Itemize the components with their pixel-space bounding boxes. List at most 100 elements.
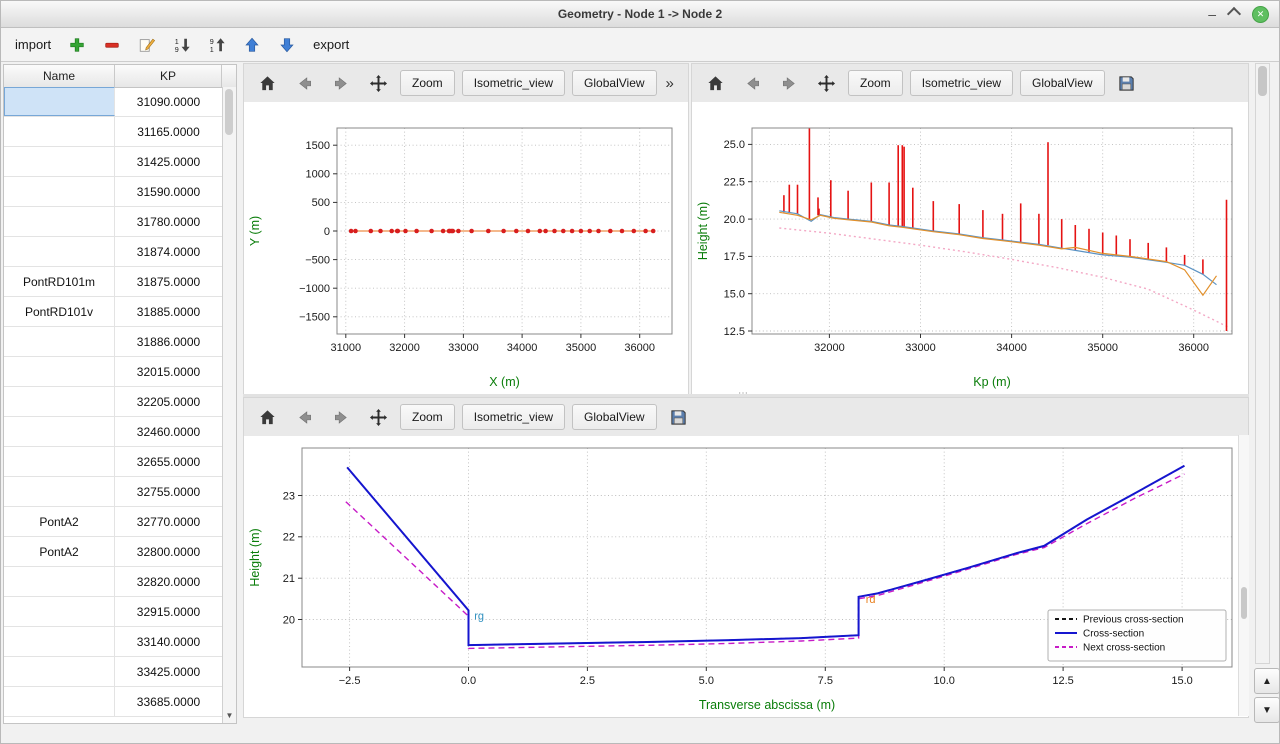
home-button[interactable] [252,68,282,98]
cell-name[interactable] [4,207,115,236]
home-button[interactable] [700,68,730,98]
cell-name[interactable] [4,387,115,416]
cell-kp[interactable]: 33140.0000 [115,627,222,656]
back-button[interactable] [289,402,319,432]
cell-name[interactable] [4,87,115,116]
cell-name[interactable] [4,417,115,446]
back-button[interactable] [289,68,319,98]
cell-kp[interactable]: 32205.0000 [115,387,222,416]
pan-button[interactable] [363,402,393,432]
table-row[interactable]: 33685.0000 [4,687,222,717]
move-down-button[interactable] [274,32,300,58]
table-row[interactable]: 31165.0000 [4,117,222,147]
cross-section-scrollbar-thumb[interactable] [1241,587,1247,619]
table-row[interactable]: 32205.0000 [4,387,222,417]
table-row[interactable]: 32755.0000 [4,477,222,507]
globalview-button[interactable]: GlobalView [572,70,656,96]
cell-name[interactable] [4,147,115,176]
cell-kp[interactable]: 31590.0000 [115,177,222,206]
cell-kp[interactable]: 32655.0000 [115,447,222,476]
cell-kp[interactable]: 31090.0000 [115,87,222,116]
cell-kp[interactable]: 32770.0000 [115,507,222,536]
main-scrollbar[interactable] [1255,63,1270,664]
forward-button[interactable] [774,68,804,98]
save-figure-button[interactable] [664,402,694,432]
save-figure-button[interactable] [1112,68,1142,98]
globalview-button[interactable]: GlobalView [1020,70,1104,96]
scroll-up-button[interactable]: ▲ [1254,668,1280,694]
cell-kp[interactable]: 31875.0000 [115,267,222,296]
isometric-view-button[interactable]: Isometric_view [462,70,565,96]
import-button[interactable]: import [15,37,51,52]
cell-name[interactable] [4,177,115,206]
table-scrollbar-thumb[interactable] [225,89,233,135]
longitudinal-profile-canvas[interactable]: 320003300034000350003600012.515.017.520.… [692,102,1248,394]
table-row[interactable]: 33425.0000 [4,657,222,687]
forward-button[interactable] [326,68,356,98]
sort-ascending-button[interactable] [204,32,230,58]
export-button[interactable]: export [313,37,349,52]
sort-descending-button[interactable] [169,32,195,58]
zoom-button[interactable]: Zoom [400,70,455,96]
cell-name[interactable] [4,357,115,386]
cell-name[interactable]: PontRD101m [4,267,115,296]
table-row[interactable]: PontRD101m31875.0000 [4,267,222,297]
table-row[interactable]: 33140.0000 [4,627,222,657]
pan-button[interactable] [811,68,841,98]
cell-kp[interactable]: 32015.0000 [115,357,222,386]
table-row[interactable]: 31886.0000 [4,327,222,357]
cell-kp[interactable]: 31165.0000 [115,117,222,146]
table-row[interactable]: 31780.0000 [4,207,222,237]
table-row[interactable]: 32655.0000 [4,447,222,477]
cell-kp[interactable]: 32820.0000 [115,567,222,596]
cell-kp[interactable]: 31885.0000 [115,297,222,326]
cell-name[interactable] [4,327,115,356]
toolbar-overflow-chevron[interactable]: » [666,75,674,92]
cell-kp[interactable]: 31425.0000 [115,147,222,176]
table-scroll-down-button[interactable]: ▼ [223,708,236,722]
cell-name[interactable] [4,117,115,146]
minimize-button[interactable]: – [1208,9,1216,19]
cell-name[interactable]: PontA2 [4,537,115,566]
table-row[interactable]: 32015.0000 [4,357,222,387]
cell-kp[interactable]: 31886.0000 [115,327,222,356]
cell-kp[interactable]: 32800.0000 [115,537,222,566]
cell-name[interactable] [4,567,115,596]
cell-kp[interactable]: 32460.0000 [115,417,222,446]
main-scrollbar-thumb[interactable] [1258,66,1267,96]
cell-kp[interactable]: 31780.0000 [115,207,222,236]
table-row[interactable]: 32915.0000 [4,597,222,627]
column-header-name[interactable]: Name [4,65,115,87]
table-row[interactable]: 32820.0000 [4,567,222,597]
table-row[interactable]: 31590.0000 [4,177,222,207]
table-row[interactable]: 32460.0000 [4,417,222,447]
cell-kp[interactable]: 33425.0000 [115,657,222,686]
maximize-button[interactable] [1229,5,1239,24]
plan-view-canvas[interactable]: 310003200033000340003500036000−1500−1000… [244,102,688,394]
cell-kp[interactable]: 31874.0000 [115,237,222,266]
title-bar[interactable]: Geometry - Node 1 -> Node 2 – ✕ [1,1,1279,28]
isometric-view-button[interactable]: Isometric_view [462,404,565,430]
table-row[interactable]: PontA232770.0000 [4,507,222,537]
forward-button[interactable] [326,402,356,432]
table-scrollbar[interactable]: ▼ [222,87,236,723]
close-button[interactable]: ✕ [1252,6,1269,23]
scroll-down-button[interactable]: ▼ [1254,697,1280,723]
cell-name[interactable] [4,597,115,626]
cell-name[interactable] [4,237,115,266]
cell-name[interactable]: PontA2 [4,507,115,536]
cell-name[interactable] [4,687,115,716]
back-button[interactable] [737,68,767,98]
move-up-button[interactable] [239,32,265,58]
cell-kp[interactable]: 33685.0000 [115,687,222,716]
cell-name[interactable] [4,447,115,476]
column-header-kp[interactable]: KP [115,65,222,87]
cell-kp[interactable]: 32915.0000 [115,597,222,626]
cell-name[interactable] [4,627,115,656]
cell-name[interactable] [4,657,115,686]
table-row[interactable]: 31425.0000 [4,147,222,177]
table-row[interactable]: PontA232800.0000 [4,537,222,567]
cell-name[interactable] [4,477,115,506]
zoom-button[interactable]: Zoom [848,70,903,96]
edit-section-button[interactable] [134,32,160,58]
